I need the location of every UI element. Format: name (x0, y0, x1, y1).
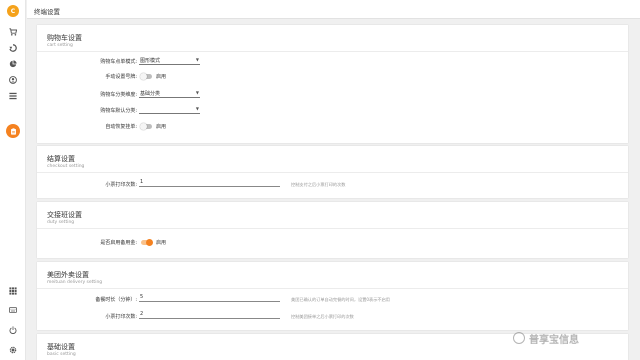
top-bar: 终端设置 (27, 0, 640, 19)
keyboard-icon[interactable] (8, 305, 18, 315)
checkout-print-count-label: 小票打印次数: (105, 182, 137, 188)
page-title: 终端设置 (34, 8, 60, 16)
user-icon[interactable] (8, 75, 18, 85)
sidebar: C (0, 0, 26, 360)
checkout-settings-card: 结算设置 checkout setting 小票打印次数: 1 控制支付之后小票… (37, 146, 628, 198)
prep-time-label: 备餐时长（分钟）: (95, 297, 137, 303)
reserve-fund-toggle[interactable] (141, 238, 153, 246)
duty-settings-card: 交接班设置 duty setting 是否启用备用金: 启用 (37, 202, 628, 258)
section-subtitle: meituan delivery setting (47, 280, 103, 285)
manual-number-toggle-label: 启用 (156, 74, 167, 80)
cart-default-category-label: 购物车默认分类: (100, 108, 137, 114)
auto-restore-label: 自动恢复挂单: (105, 124, 137, 130)
watermark-text: 普享宝信息 (529, 334, 579, 346)
prep-time-hint: 美团已确认的订单自动完餐的时间，设置0表示不启用 (291, 297, 390, 302)
clipboard-icon[interactable] (6, 124, 20, 138)
section-title: 美团外卖设置 (47, 271, 89, 279)
rotate-icon[interactable] (8, 43, 18, 53)
chevron-down-icon: ▼ (195, 90, 199, 95)
cart-mode-select[interactable]: 图形模式 ▼ (139, 56, 200, 65)
auto-restore-toggle[interactable] (140, 122, 152, 130)
grid-icon[interactable] (8, 286, 18, 296)
section-title: 结算设置 (47, 155, 75, 163)
cart-default-category-select[interactable]: ▼ (139, 105, 200, 114)
cart-category-label: 购物车分类维度: (100, 92, 137, 98)
cart-icon[interactable] (8, 27, 18, 37)
chevron-down-icon: ▼ (195, 106, 199, 111)
section-subtitle: duty setting (47, 220, 75, 225)
checkout-print-count-input[interactable]: 1 (139, 178, 280, 187)
meituan-print-count-hint: 控制美团接单之后小票打印的次数 (291, 314, 354, 319)
meituan-settings-card: 美团外卖设置 meituan delivery setting 备餐时长（分钟）… (37, 262, 628, 330)
chevron-down-icon: ▼ (195, 57, 199, 62)
reserve-fund-toggle-label: 启用 (156, 240, 167, 246)
watermark-logo-icon (513, 332, 525, 344)
watermark: 普享宝信息 (513, 328, 631, 348)
cart-settings-card: 购物车设置 cart setting 购物车点单模式: 图形模式 ▼ 手动设置号… (37, 25, 628, 143)
section-subtitle: cart setting (47, 43, 73, 48)
prep-time-input[interactable]: 5 (139, 293, 280, 302)
section-title: 交接班设置 (47, 211, 82, 219)
manual-number-label: 手动设置号牌: (105, 74, 137, 80)
cart-mode-label: 购物车点单模式: (100, 59, 137, 65)
power-icon[interactable] (8, 325, 18, 335)
app-logo[interactable]: C (7, 5, 19, 17)
section-title: 购物车设置 (47, 34, 82, 42)
pie-chart-icon[interactable] (8, 59, 18, 69)
meituan-print-count-label: 小票打印次数: (105, 314, 137, 320)
reserve-fund-label: 是否启用备用金: (100, 240, 137, 246)
list-icon[interactable] (8, 91, 18, 101)
manual-number-toggle[interactable] (140, 72, 152, 80)
section-title: 基础设置 (47, 343, 75, 351)
cart-category-select[interactable]: 基础分类 ▼ (139, 89, 200, 98)
checkout-print-count-hint: 控制支付之后小票打印的次数 (291, 182, 346, 187)
section-subtitle: checkout setting (47, 164, 85, 169)
meituan-print-count-input[interactable]: 2 (139, 310, 280, 319)
auto-restore-toggle-label: 启用 (156, 124, 167, 130)
section-subtitle: basic setting (47, 352, 76, 357)
settings-icon[interactable] (8, 345, 18, 355)
